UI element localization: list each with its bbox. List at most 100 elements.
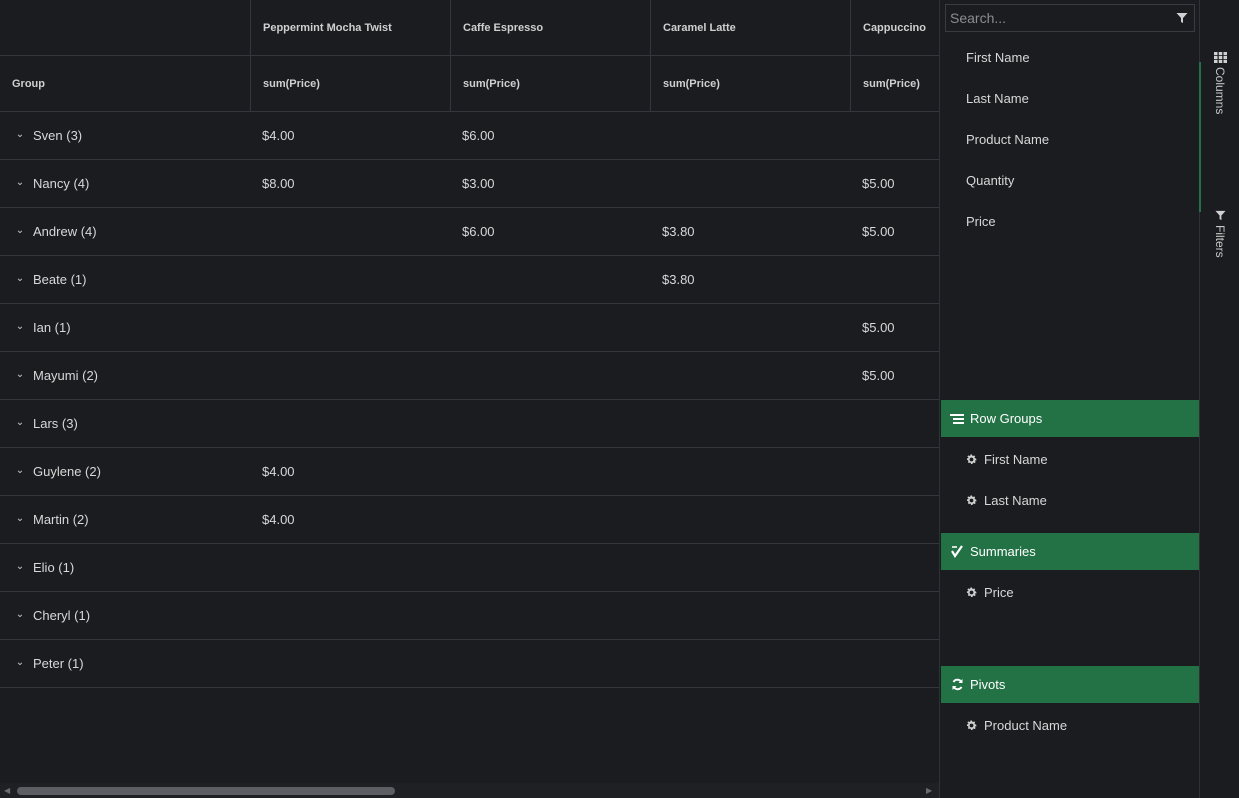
- value-cell: $3.00: [462, 176, 495, 191]
- pivot-label: Product Name: [984, 718, 1068, 733]
- chevron-down-icon[interactable]: ⌄: [14, 177, 26, 188]
- column-search-box[interactable]: [945, 4, 1195, 32]
- scroll-left-icon[interactable]: ◀: [4, 786, 10, 795]
- group-cell[interactable]: ⌄ Peter (1): [0, 640, 250, 687]
- table-row[interactable]: ⌄ Martin (2) $4.00: [0, 496, 939, 544]
- table-row[interactable]: ⌄ Andrew (4) $6.00 $3.80 $5.00: [0, 208, 939, 256]
- group-cell[interactable]: ⌄ Sven (3): [0, 112, 250, 159]
- group-cell[interactable]: ⌄ Lars (3): [0, 400, 250, 447]
- pivots-header: Pivots: [941, 666, 1199, 703]
- gear-icon[interactable]: [965, 453, 978, 466]
- chevron-down-icon[interactable]: ⌄: [14, 273, 26, 284]
- column-item-first-name[interactable]: First Name: [966, 50, 1030, 65]
- table-row[interactable]: ⌄ Nancy (4) $8.00 $3.00 $5.00: [0, 160, 939, 208]
- chevron-down-icon[interactable]: ⌄: [14, 369, 26, 380]
- column-item-product-name[interactable]: Product Name: [966, 132, 1049, 147]
- value-cell: [250, 256, 450, 303]
- table-row[interactable]: ⌄ Beate (1) $3.80: [0, 256, 939, 304]
- group-cell[interactable]: ⌄ Nancy (4): [0, 160, 250, 207]
- header-cell-sum-price[interactable]: sum(Price): [450, 56, 650, 111]
- value-cell: [450, 352, 650, 399]
- value-cell: $4.00: [262, 464, 295, 479]
- group-cell[interactable]: ⌄ Mayumi (2): [0, 352, 250, 399]
- chevron-down-icon[interactable]: ⌄: [14, 417, 26, 428]
- gear-icon[interactable]: [965, 719, 978, 732]
- row-groups-header: Row Groups: [941, 400, 1199, 437]
- value-cell: [450, 304, 650, 351]
- table-row[interactable]: ⌄ Sven (3) $4.00 $6.00: [0, 112, 939, 160]
- tab-columns[interactable]: Columns: [1199, 52, 1239, 213]
- group-label: Elio (1): [33, 560, 75, 575]
- chevron-down-icon[interactable]: ⌄: [14, 513, 26, 524]
- value-cell: $8.00: [262, 176, 295, 191]
- value-cell: [650, 304, 850, 351]
- header-cell-sum-price[interactable]: sum(Price): [650, 56, 850, 111]
- value-cell: $4.00: [262, 512, 295, 527]
- header-cell-caramel-latte[interactable]: Caramel Latte: [650, 0, 850, 55]
- value-cell: [850, 640, 939, 687]
- value-cell: [650, 640, 850, 687]
- value-cell: [850, 544, 939, 591]
- group-cell[interactable]: ⌄ Beate (1): [0, 256, 250, 303]
- row-group-item-last-name[interactable]: Last Name: [965, 493, 1047, 508]
- scrollbar-thumb[interactable]: [17, 787, 395, 795]
- chevron-down-icon[interactable]: ⌄: [14, 657, 26, 668]
- chevron-down-icon[interactable]: ⌄: [14, 465, 26, 476]
- header-cell-empty: [0, 0, 250, 55]
- group-label: Cheryl (1): [33, 608, 91, 623]
- table-row[interactable]: ⌄ Lars (3): [0, 400, 939, 448]
- gear-icon[interactable]: [965, 586, 978, 599]
- value-cell: [650, 496, 850, 543]
- group-label: Mayumi (2): [33, 368, 99, 383]
- value-cell: [450, 496, 650, 543]
- group-cell[interactable]: ⌄ Guylene (2): [0, 448, 250, 495]
- value-cell: $5.00: [862, 176, 895, 191]
- table-row[interactable]: ⌄ Cheryl (1): [0, 592, 939, 640]
- value-cell: [650, 112, 850, 159]
- column-item-last-name[interactable]: Last Name: [966, 91, 1029, 106]
- group-cell[interactable]: ⌄ Martin (2): [0, 496, 250, 543]
- chevron-down-icon[interactable]: ⌄: [14, 321, 26, 332]
- filter-icon[interactable]: [1176, 12, 1188, 24]
- pivot-grid: Peppermint Mocha Twist Caffe Espresso Ca…: [0, 0, 939, 798]
- chevron-down-icon[interactable]: ⌄: [14, 129, 26, 140]
- group-label: Andrew (4): [33, 224, 97, 239]
- group-cell[interactable]: ⌄ Cheryl (1): [0, 592, 250, 639]
- header-cell-group[interactable]: Group: [0, 56, 250, 111]
- scroll-right-icon[interactable]: ▶: [926, 786, 932, 795]
- header-cell-sum-price[interactable]: sum(Price): [250, 56, 450, 111]
- gear-icon[interactable]: [965, 494, 978, 507]
- table-row[interactable]: ⌄ Peter (1): [0, 640, 939, 688]
- header-row-pivot-values: Peppermint Mocha Twist Caffe Espresso Ca…: [0, 0, 939, 56]
- header-cell-sum-price[interactable]: sum(Price): [850, 56, 939, 111]
- group-cell[interactable]: ⌄ Andrew (4): [0, 208, 250, 255]
- group-cell[interactable]: ⌄ Ian (1): [0, 304, 250, 351]
- chevron-down-icon[interactable]: ⌄: [14, 561, 26, 572]
- side-bar-tabs: Columns Filters: [1199, 0, 1239, 798]
- chevron-down-icon[interactable]: ⌄: [14, 225, 26, 236]
- value-cell: [250, 544, 450, 591]
- header-cell-caffe-espresso[interactable]: Caffe Espresso: [450, 0, 650, 55]
- value-cell: [250, 592, 450, 639]
- group-label: Lars (3): [33, 416, 78, 431]
- table-row[interactable]: ⌄ Ian (1) $5.00: [0, 304, 939, 352]
- value-cell: [250, 400, 450, 447]
- pivot-item-product-name[interactable]: Product Name: [965, 718, 1067, 733]
- horizontal-scrollbar[interactable]: ◀ ▶: [0, 783, 939, 798]
- chevron-down-icon[interactable]: ⌄: [14, 609, 26, 620]
- header-cell-cappuccino[interactable]: Cappuccino: [850, 0, 939, 55]
- value-cell: [650, 352, 850, 399]
- table-row[interactable]: ⌄ Mayumi (2) $5.00: [0, 352, 939, 400]
- search-input[interactable]: [946, 5, 1166, 31]
- column-item-price[interactable]: Price: [966, 214, 996, 229]
- table-row[interactable]: ⌄ Guylene (2) $4.00: [0, 448, 939, 496]
- table-row[interactable]: ⌄ Elio (1): [0, 544, 939, 592]
- row-group-item-first-name[interactable]: First Name: [965, 452, 1048, 467]
- summary-item-price[interactable]: Price: [965, 585, 1014, 600]
- header-cell-peppermint-mocha-twist[interactable]: Peppermint Mocha Twist: [250, 0, 450, 55]
- tab-filters[interactable]: Filters: [1200, 210, 1239, 258]
- summaries-title: Summaries: [970, 544, 1036, 559]
- group-cell[interactable]: ⌄ Elio (1): [0, 544, 250, 591]
- column-item-quantity[interactable]: Quantity: [966, 173, 1014, 188]
- value-cell: [850, 496, 939, 543]
